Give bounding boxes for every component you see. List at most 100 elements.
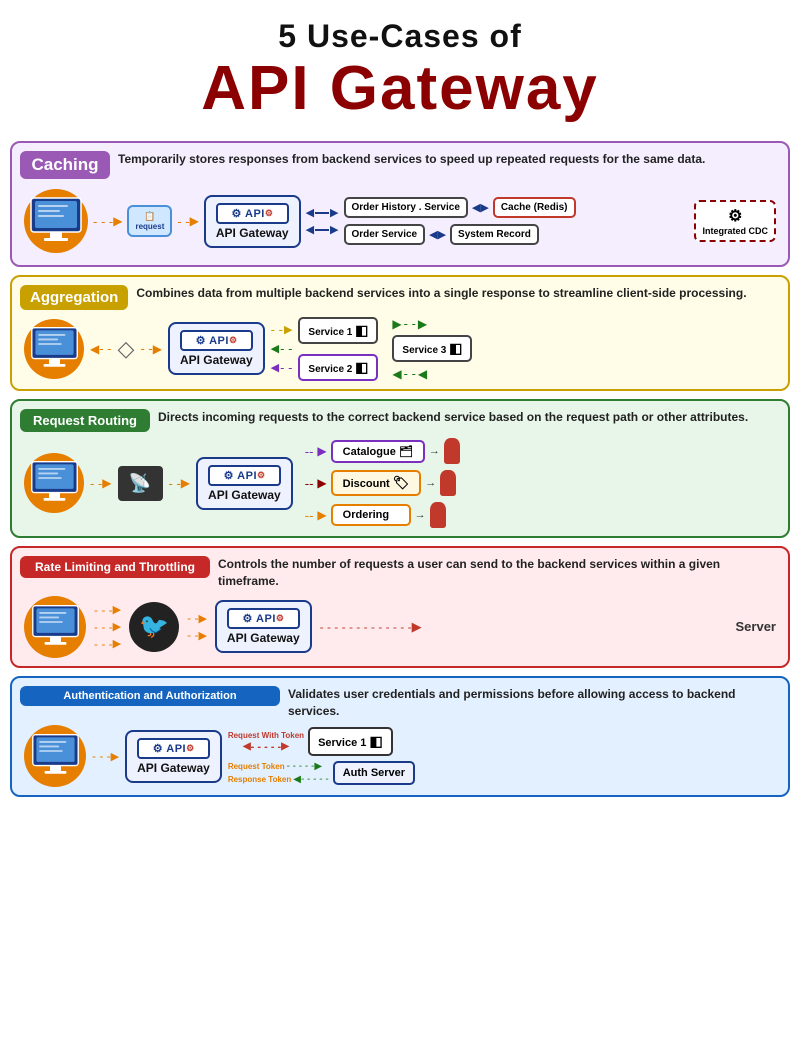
routing-api-inner: ⚙ API ⚙: [208, 465, 281, 486]
routing-arrow1: - - ▶: [90, 476, 112, 491]
service2-node: Service 2 ◧: [298, 354, 378, 381]
rate-monitor: [24, 596, 86, 658]
routing-api-label: API Gateway: [208, 488, 281, 502]
agg-middle-arrows: - - ▶ ◀ - - ◀ - -: [271, 322, 293, 375]
rate-api-gateway: ⚙ API ⚙ API Gateway: [215, 600, 312, 653]
auth-row2: Request Token - - - - - ▶ Response Token…: [228, 761, 776, 785]
auth-header: Authentication and Authorization Validat…: [20, 686, 780, 720]
aggregation-tag: Aggregation: [20, 285, 128, 310]
caching-row2: Order Service ◀▶ System Record: [344, 224, 690, 245]
rate-arrows2: - - ▶ - - ▶: [187, 611, 207, 642]
caching-header: Caching Temporarily stores responses fro…: [20, 151, 780, 179]
rate-desc: Controls the number of requests a user c…: [218, 556, 780, 590]
caching-card: 📋 request: [127, 205, 172, 237]
rate-multi-arrows: - - - ▶ - - - ▶ - - - ▶: [94, 603, 121, 651]
ordering-node: Ordering: [331, 504, 411, 526]
rate-section: Rate Limiting and Throttling Controls th…: [10, 546, 790, 668]
auth-api-gateway: ⚙ API ⚙ API Gateway: [125, 730, 222, 783]
routing-desc: Directs incoming requests to the correct…: [158, 409, 748, 426]
aggregation-section: Aggregation Combines data from multiple …: [10, 275, 790, 391]
rate-long-arrow: - - - - - - - - - - - - - ▶: [320, 619, 728, 635]
caching-arrow1: - - - ▶: [93, 214, 122, 229]
caching-desc: Temporarily stores responses from backen…: [118, 151, 705, 168]
routing-header: Request Routing Directs incoming request…: [20, 409, 780, 432]
auth-monitor: [24, 725, 86, 787]
routing-monitor: [24, 453, 84, 513]
caching-body: - - - ▶ 📋 request - - ▶ ⚙ API ⚙ API Gate…: [20, 185, 780, 257]
rate-monitor-icon: [28, 602, 83, 652]
routing-arrow2: - - ▶: [169, 476, 191, 491]
router-device: 📡: [118, 466, 163, 501]
caching-tag: Caching: [20, 151, 110, 179]
order-history-node: Order History . Service: [344, 197, 468, 218]
rate-api-inner: ⚙ API ⚙: [227, 608, 300, 629]
auth-right-col: Request With Token ◀ - - - - - ▶ Service…: [228, 727, 776, 785]
agg-arrow-back: ◀ - -: [90, 341, 112, 356]
system-record-node: System Record: [450, 224, 539, 245]
routing-api-gateway: ⚙ API ⚙ API Gateway: [196, 457, 293, 510]
integrated-cdc: ⚙ Integrated CDC: [694, 200, 776, 242]
page-title: 5 Use-Cases of API Gateway: [0, 0, 800, 133]
auth-server-node: Auth Server: [333, 761, 415, 785]
service3-node: Service 3 ◧: [392, 335, 472, 362]
rate-body: - - - ▶ - - - ▶ - - - ▶ 🐦 - -: [20, 596, 780, 658]
agg-arrow-fwd: - - ▶: [140, 341, 162, 356]
rate-header: Rate Limiting and Throttling Controls th…: [20, 556, 780, 590]
auth-row1: Request With Token ◀ - - - - - ▶ Service…: [228, 727, 776, 756]
auth-tag: Authentication and Authorization: [20, 686, 280, 706]
routing-ordering-row: -- ▶ Ordering →: [305, 502, 460, 528]
agg-services-col: Service 1 ◧ Service 2 ◧: [298, 317, 378, 381]
routing-diagram: - - ▶ 📡 - - ▶ ⚙ API ⚙ API Gateway: [24, 438, 776, 528]
caching-bidir1: ◀ ▶ ◀ ▶: [306, 206, 339, 236]
auth-body: - - - ▶ ⚙ API ⚙ API Gateway Request With…: [20, 725, 780, 787]
agg-monitor-icon: [27, 324, 82, 374]
rate-api-label: API Gateway: [227, 631, 300, 645]
catalogue-db: [444, 438, 460, 464]
auth-section: Authentication and Authorization Validat…: [10, 676, 790, 798]
rate-tag: Rate Limiting and Throttling: [20, 556, 210, 578]
routing-services-col: -- ▶ Catalogue 🗂 → -- ▶ Discount 🏷: [305, 438, 460, 528]
title-line1: 5 Use-Cases of: [10, 18, 790, 55]
routing-body: - - ▶ 📡 - - ▶ ⚙ API ⚙ API Gateway: [20, 438, 780, 528]
monitor-icon: [26, 194, 86, 249]
caching-row1: Order History . Service ◀▶ Cache (Redis): [344, 197, 690, 218]
agg-cube-icon: ◇: [118, 336, 135, 362]
caching-arrow2: - - ▶: [177, 214, 199, 229]
rate-diagram: - - - ▶ - - - ▶ - - - ▶ 🐦 - -: [24, 596, 776, 658]
auth-diagram: - - - ▶ ⚙ API ⚙ API Gateway Request With…: [24, 725, 776, 787]
caching-api-inner: ⚙ API ⚙: [216, 203, 289, 224]
aggregation-body: ◀ - - ◇ - - ▶ ⚙ API ⚙ API Gateway -: [20, 316, 780, 381]
caching-api-label: API Gateway: [216, 226, 289, 240]
rate-bird-icon: 🐦: [129, 602, 179, 652]
auth-api-label: API Gateway: [137, 761, 210, 775]
routing-tag: Request Routing: [20, 409, 150, 432]
caching-diagram: - - - ▶ 📋 request - - ▶ ⚙ API ⚙ API Gate…: [24, 185, 776, 257]
service1-node: Service 1 ◧: [298, 317, 378, 344]
agg-monitor: [24, 319, 84, 379]
agg-api-inner: ⚙ API ⚙: [180, 330, 253, 351]
auth-monitor-icon: [28, 731, 83, 781]
auth-desc: Validates user credentials and permissio…: [288, 686, 780, 720]
cache-redis-node: Cache (Redis): [493, 197, 576, 218]
agg-api-gateway: ⚙ API ⚙ API Gateway: [168, 322, 265, 375]
aggregation-desc: Combines data from multiple backend serv…: [136, 285, 746, 302]
caching-services: Order History . Service ◀▶ Cache (Redis)…: [344, 197, 690, 245]
discount-node: Discount 🏷: [331, 470, 422, 496]
discount-db: [440, 470, 456, 496]
catalogue-node: Catalogue 🗂: [331, 440, 425, 463]
aggregation-diagram: ◀ - - ◇ - - ▶ ⚙ API ⚙ API Gateway -: [24, 316, 776, 381]
rate-server-label: Server: [736, 619, 776, 634]
auth-service1-node: Service 1 ◧: [308, 727, 393, 756]
caching-section: Caching Temporarily stores responses fro…: [10, 141, 790, 267]
routing-monitor-icon: [27, 458, 82, 508]
caching-api-gateway: ⚙ API ⚙ API Gateway: [204, 195, 301, 248]
agg-api-label: API Gateway: [180, 353, 253, 367]
ordering-db: [430, 502, 446, 528]
aggregation-header: Aggregation Combines data from multiple …: [20, 285, 780, 310]
title-line2: API Gateway: [10, 55, 790, 123]
agg-service3-col: ▶ - - ▶ Service 3 ◧ ◀ - - ◀: [392, 316, 472, 381]
auth-arrow1: - - - ▶: [92, 749, 119, 763]
routing-catalogue-row: -- ▶ Catalogue 🗂 →: [305, 438, 460, 464]
order-service-node: Order Service: [344, 224, 426, 245]
auth-api-inner: ⚙ API ⚙: [137, 738, 210, 759]
